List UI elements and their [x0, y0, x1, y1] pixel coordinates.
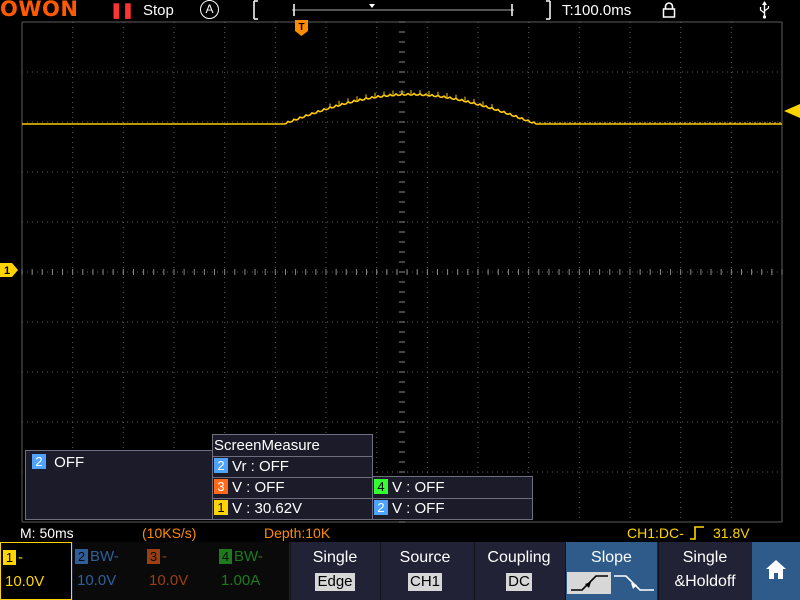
pause-icon: ❚❚ — [110, 2, 134, 19]
usb-icon — [759, 1, 770, 19]
trigger-source-softkey[interactable]: Source CH1 — [380, 542, 469, 600]
screen-measure-title: ScreenMeasure — [214, 437, 320, 454]
channel3-status[interactable]: 3- 10.0V — [145, 542, 217, 600]
channel4-scale: 1.00A — [221, 572, 261, 589]
trigger-level: 31.8V — [713, 525, 750, 541]
waveform-display[interactable]: T 1 — [0, 20, 800, 524]
trigger-type-softkey[interactable]: Single Edge — [290, 542, 379, 600]
channel2-badge: 2 — [374, 500, 388, 515]
channel2-badge: 2 — [214, 458, 228, 473]
lock-icon — [662, 2, 676, 18]
channel2-status[interactable]: 2 BW- 10.0V — [73, 542, 145, 600]
softkey-title: Coupling — [487, 549, 551, 566]
channel3-badge: 3 — [214, 479, 228, 494]
slope-selector[interactable] — [566, 571, 658, 595]
top-status-bar: OWON ❚❚ Stop A T:100.0ms — [0, 0, 800, 21]
screen-measure-panel: ScreenMeasure 2 Vr : OFF 3 V : OFF 1 V : 30… — [212, 434, 373, 520]
measure-value: V : OFF — [232, 479, 285, 496]
channel1-ground-marker[interactable]: 1 — [0, 263, 18, 277]
timebase-readout: T:100.0ms — [562, 2, 632, 19]
channel2-measure-text: OFF — [54, 454, 85, 471]
trigger-coupling-softkey[interactable]: Coupling DC — [474, 542, 563, 600]
trigger-position-marker[interactable]: T — [295, 20, 309, 37]
measure-row-ch4[interactable]: 4 V : OFF — [374, 477, 445, 498]
softkey-value: DC — [506, 573, 532, 591]
home-icon — [766, 560, 786, 579]
record-depth: Depth:10K — [264, 525, 331, 541]
softkey-title: Slope — [591, 549, 632, 566]
run-state: Stop — [143, 2, 174, 19]
channel2-measure-row: 2 OFF — [32, 452, 84, 473]
rising-edge-icon — [690, 526, 704, 540]
softkey-title: Source — [399, 549, 451, 566]
sample-rate: (10KS/s) — [142, 525, 197, 541]
channel1-number: 1 — [3, 550, 16, 565]
waveform-grid — [21, 21, 783, 523]
channel2-measure-panel: 2 OFF — [25, 450, 213, 520]
channel1-bw: - — [18, 549, 23, 566]
softkey-value: CH1 — [407, 573, 442, 591]
softkey-value: Edge — [315, 573, 355, 591]
channel4-status[interactable]: 4 BW- 1.00A — [217, 542, 289, 600]
acquisition-mode-icon: A — [200, 0, 219, 19]
softkey-title: Single — [312, 549, 358, 566]
measure-value: V : OFF — [392, 479, 445, 496]
channel2-badge: 2 — [32, 454, 46, 469]
channel2-bw: BW- — [90, 548, 119, 565]
measure-value: Vr : OFF — [232, 458, 289, 475]
measure-row-ch1[interactable]: 1 V : 30.62V — [214, 498, 302, 519]
channel1-scale: 10.0V — [5, 573, 45, 590]
trigger-level-marker[interactable] — [784, 104, 800, 118]
holdoff-softkey[interactable]: Single &Holdoff — [658, 542, 751, 600]
measure-row-ch2[interactable]: 2 V : OFF — [374, 498, 445, 519]
channel2-scale: 10.0V — [77, 572, 117, 589]
main-timebase: M: 50ms — [20, 525, 74, 541]
channel1-waveform — [22, 92, 782, 125]
memory-position-bar[interactable] — [252, 0, 552, 20]
measure-value: V : 30.62V — [232, 500, 303, 517]
channel3-scale: 10.0V — [149, 572, 189, 589]
home-button[interactable] — [752, 542, 800, 600]
measure-row-vr[interactable]: 2 Vr : OFF — [214, 456, 289, 477]
measure-value: V : OFF — [392, 500, 445, 517]
softkey-value: &Holdoff — [674, 573, 736, 590]
channel1-marker-label: 1 — [4, 265, 10, 277]
trigger-source-info: CH1:DC- — [627, 525, 684, 541]
trigger-slope-softkey[interactable]: Slope — [565, 542, 657, 600]
trigger-marker-label: T — [298, 22, 304, 33]
channel4-number: 4 — [219, 549, 232, 564]
channel3-number: 3 — [147, 549, 160, 564]
softkey-title: Single — [682, 549, 728, 566]
softkey-menu-bar: 1- 10.0V 2 BW- 10.0V 3- 10.0V 4 BW- 1.00A … — [0, 542, 800, 600]
channel1-badge: 1 — [214, 500, 228, 515]
measure-row-ch3[interactable]: 3 V : OFF — [214, 477, 285, 498]
channel3-bw: - — [162, 548, 167, 565]
brand-logo: OWON — [0, 0, 79, 21]
channel1-status[interactable]: 1- 10.0V — [0, 542, 72, 600]
channel4-badge: 4 — [374, 479, 388, 494]
screen-measure-extension: 4 V : OFF 2 V : OFF — [372, 476, 533, 520]
acquisition-status-line: M: 50ms (10KS/s) Depth:10K CH1:DC- 31.8V — [0, 524, 800, 542]
channel2-number: 2 — [75, 549, 88, 564]
channel4-bw: BW- — [234, 548, 263, 565]
